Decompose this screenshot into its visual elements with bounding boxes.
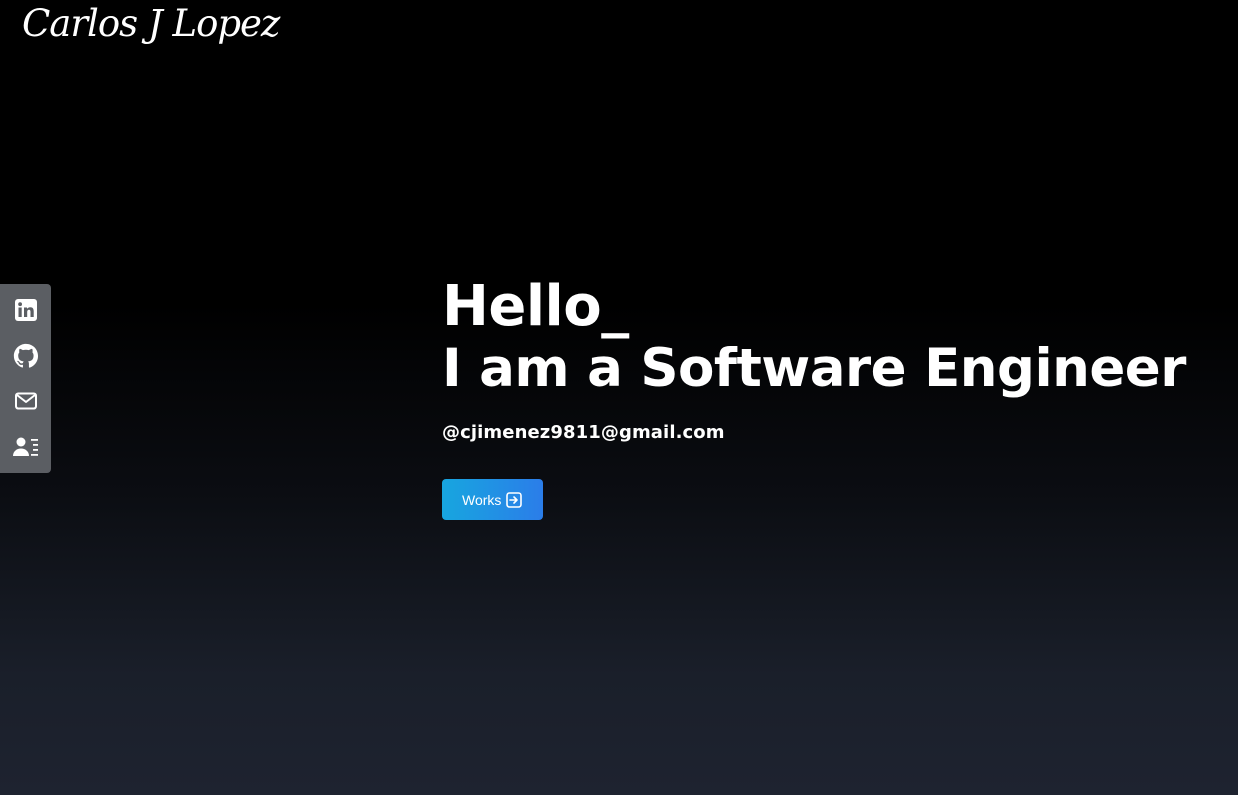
github-link[interactable] [12,342,40,370]
works-button[interactable]: Works [442,479,543,520]
site-logo[interactable]: Carlos J Lopez [22,2,280,45]
works-button-label: Works [462,491,502,508]
arrow-right-square-icon [506,491,523,508]
hero-headline: I am a Software Engineer [442,338,1186,399]
social-sidebar [0,284,51,473]
hero-greeting: Hello_ [442,274,629,339]
email-link[interactable] [12,387,40,415]
hero-section: Hello_ I am a Software Engineer @cjimene… [442,276,1186,520]
linkedin-icon [14,298,37,321]
contact-email: @cjimenez9811@gmail.com [442,422,725,443]
contact-link[interactable] [12,433,40,461]
contact-card-icon [12,437,38,457]
hero-heading: Hello_ I am a Software Engineer [442,276,1186,400]
linkedin-link[interactable] [12,296,40,324]
mail-icon [14,392,37,410]
github-icon [13,343,38,368]
